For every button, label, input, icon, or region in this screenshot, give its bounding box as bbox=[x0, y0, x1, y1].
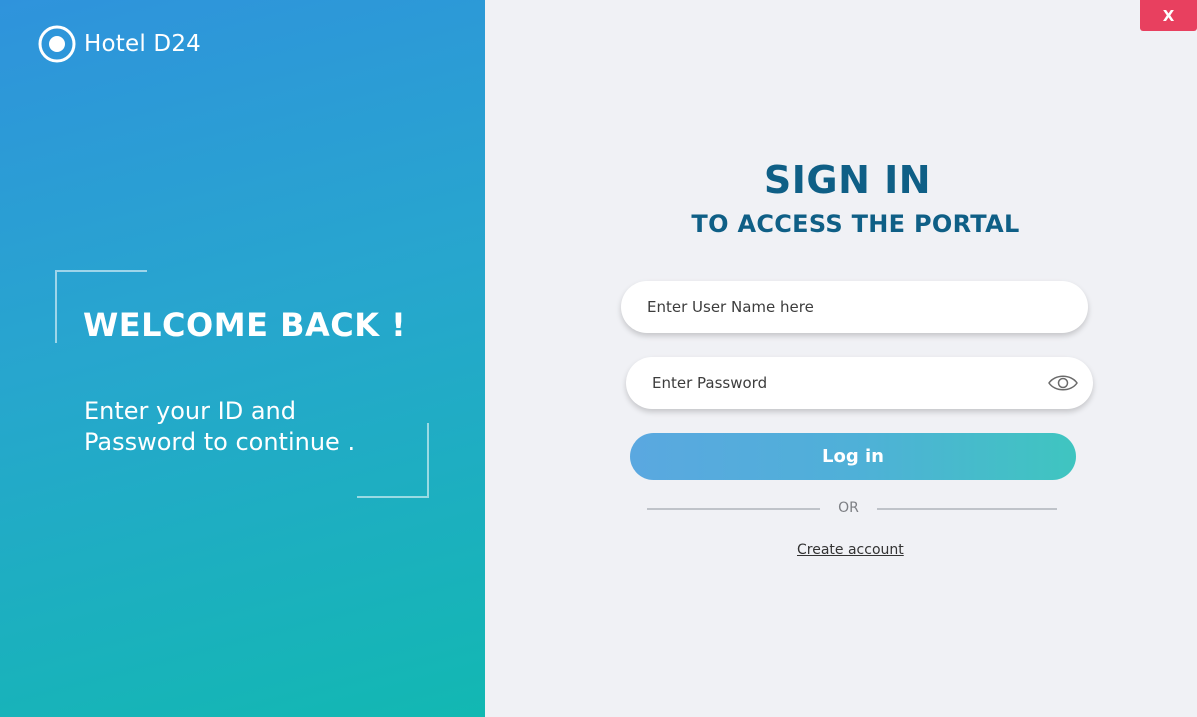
eye-icon[interactable] bbox=[1047, 371, 1079, 395]
brand-name: Hotel D24 bbox=[84, 31, 202, 57]
login-window: Hotel D24 WELCOME BACK ! Enter your ID a… bbox=[0, 0, 1197, 717]
username-field-container bbox=[621, 281, 1088, 333]
password-input[interactable] bbox=[626, 357, 1093, 409]
welcome-text-line: Enter your ID and bbox=[84, 397, 296, 425]
welcome-panel: Hotel D24 WELCOME BACK ! Enter your ID a… bbox=[0, 0, 485, 717]
radio-circle-icon bbox=[38, 25, 76, 63]
welcome-title: WELCOME BACK ! bbox=[83, 306, 407, 344]
username-input[interactable] bbox=[621, 281, 1088, 333]
login-button[interactable]: Log in bbox=[630, 433, 1076, 480]
brand: Hotel D24 bbox=[38, 24, 201, 64]
create-account-link[interactable]: Create account bbox=[797, 542, 904, 558]
divider-line bbox=[877, 508, 1057, 510]
or-divider-label: OR bbox=[838, 500, 859, 516]
welcome-text-line: Password to continue . bbox=[84, 428, 356, 456]
password-field-container bbox=[626, 357, 1093, 409]
divider-line bbox=[647, 508, 820, 510]
welcome-text: Enter your ID and Password to continue . bbox=[84, 396, 404, 458]
signin-subtitle: TO ACCESS THE PORTAL bbox=[691, 210, 1020, 238]
signin-title: SIGN IN bbox=[763, 158, 932, 202]
close-button[interactable]: X bbox=[1140, 0, 1197, 31]
